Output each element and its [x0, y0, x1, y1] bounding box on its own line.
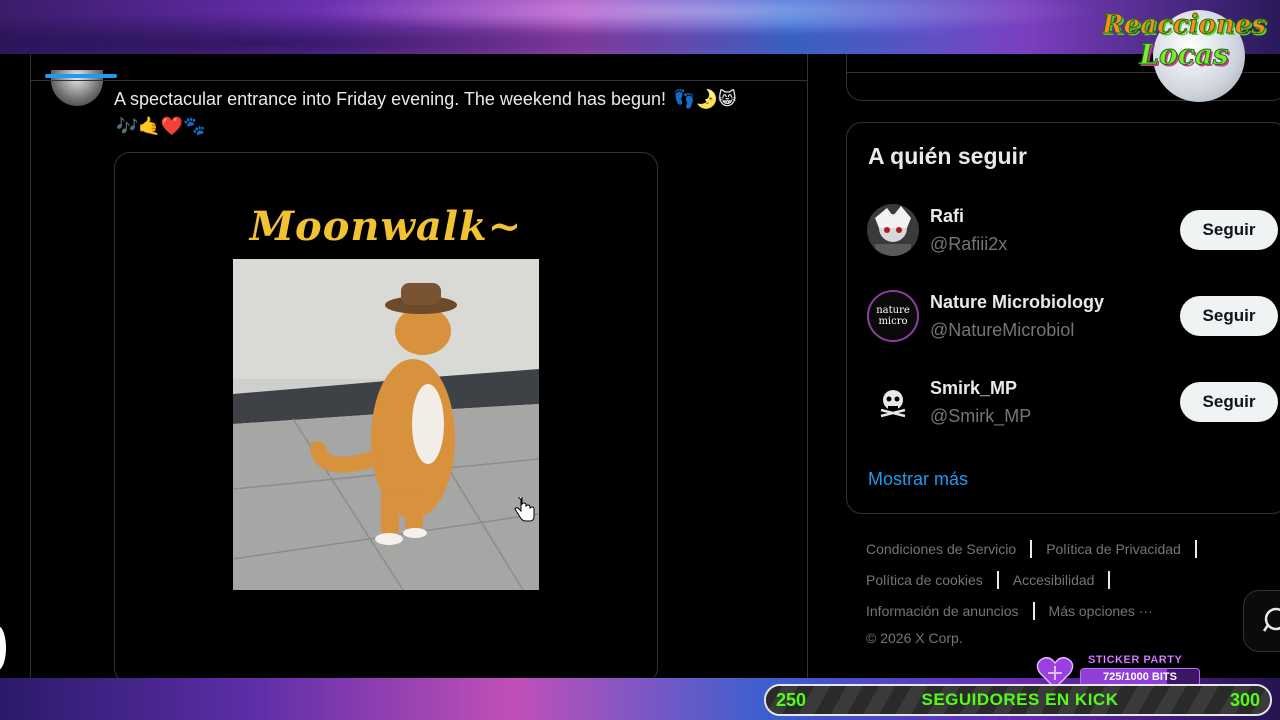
- kick-followers-goal: 250 SEGUIDORES EN KICK 300: [764, 684, 1272, 716]
- footer-row: Política de cookies Accesibilidad: [866, 571, 1124, 589]
- footer-link[interactable]: Política de Privacidad: [1046, 541, 1181, 557]
- tweet-emojis-1: 👣🌛😸: [673, 89, 737, 110]
- active-tab-indicator: [45, 74, 117, 78]
- kick-goal-label: SEGUIDORES EN KICK: [921, 690, 1119, 709]
- follow-button[interactable]: Seguir: [1180, 382, 1278, 422]
- tweet-body: A spectacular entrance into Friday eveni…: [114, 89, 667, 109]
- channel-logo: Reacciones Locas: [1098, 4, 1270, 102]
- tweet-emojis-2: 🎶🤙❤️🐾: [116, 116, 206, 137]
- media-title: Moonwalk~: [249, 203, 523, 250]
- avatar-text: nature: [876, 304, 910, 316]
- cat-moonwalk-image[interactable]: [233, 259, 539, 590]
- sticker-progress-value: 725/1000 BITS: [1103, 671, 1177, 683]
- logo-text: Reacciones Locas: [1098, 10, 1270, 71]
- follow-suggestion[interactable]: nature micro Nature Microbiology @Nature…: [847, 290, 1280, 376]
- tweet-media[interactable]: Moonwalk~: [114, 152, 658, 684]
- separator: [996, 571, 999, 589]
- avatar[interactable]: [867, 376, 919, 428]
- user-name[interactable]: Smirk_MP: [930, 378, 1017, 399]
- follow-suggestion[interactable]: Rafi @Rafiii2x Seguir: [847, 204, 1280, 290]
- separator: [1030, 540, 1033, 558]
- left-edge-element: [0, 626, 6, 670]
- follow-suggestion[interactable]: Smirk_MP @Smirk_MP Seguir: [847, 376, 1280, 462]
- footer-link[interactable]: Información de anuncios: [866, 603, 1019, 619]
- footer-row: Condiciones de Servicio Política de Priva…: [866, 540, 1211, 558]
- user-handle[interactable]: @Rafiii2x: [930, 234, 1007, 255]
- show-more-link[interactable]: Mostrar más: [868, 469, 968, 490]
- sticker-title: STICKER PARTY: [1088, 654, 1183, 667]
- follow-button[interactable]: Seguir: [1180, 210, 1278, 250]
- messages-fab[interactable]: [1243, 590, 1280, 652]
- user-name[interactable]: Nature Microbiology: [930, 292, 1104, 313]
- more-options-link[interactable]: Más opciones ···: [1049, 603, 1153, 619]
- avatar[interactable]: nature micro: [867, 290, 919, 342]
- tweet-column: A spectacular entrance into Friday eveni…: [30, 54, 808, 684]
- chat-icon: [1262, 607, 1280, 632]
- separator: [1108, 571, 1111, 589]
- logo-line-1: Reacciones: [1102, 10, 1267, 41]
- separator: [1032, 602, 1035, 620]
- who-to-follow-card: A quién seguir Rafi @Rafiii2x Seguir nat…: [846, 122, 1280, 514]
- user-handle[interactable]: @NatureMicrobiol: [930, 320, 1074, 341]
- footer-link[interactable]: Condiciones de Servicio: [866, 541, 1016, 557]
- separator: [1194, 540, 1197, 558]
- avatar[interactable]: [867, 204, 919, 256]
- avatar-text: micro: [878, 315, 908, 327]
- user-handle[interactable]: @Smirk_MP: [930, 406, 1031, 427]
- footer-row: Información de anuncios Más opciones ···: [866, 602, 1153, 620]
- follow-button[interactable]: Seguir: [1180, 296, 1278, 336]
- footer-link[interactable]: Política de cookies: [866, 572, 983, 588]
- copyright: © 2026 X Corp.: [866, 630, 963, 646]
- who-to-follow-title: A quién seguir: [868, 143, 1027, 169]
- logo-line-2: Locas: [1139, 38, 1229, 71]
- user-name[interactable]: Rafi: [930, 206, 964, 227]
- divider: [31, 80, 807, 81]
- footer-link[interactable]: Accesibilidad: [1013, 572, 1095, 588]
- hand-pointer-icon: [514, 495, 536, 523]
- tweet-text: A spectacular entrance into Friday eveni…: [114, 86, 804, 140]
- sticker-party-widget: STICKER PARTY 725/1000 BITS: [1036, 654, 1206, 690]
- kick-goal-end: 300: [1229, 690, 1260, 710]
- stream-overlay-top: [0, 0, 1280, 54]
